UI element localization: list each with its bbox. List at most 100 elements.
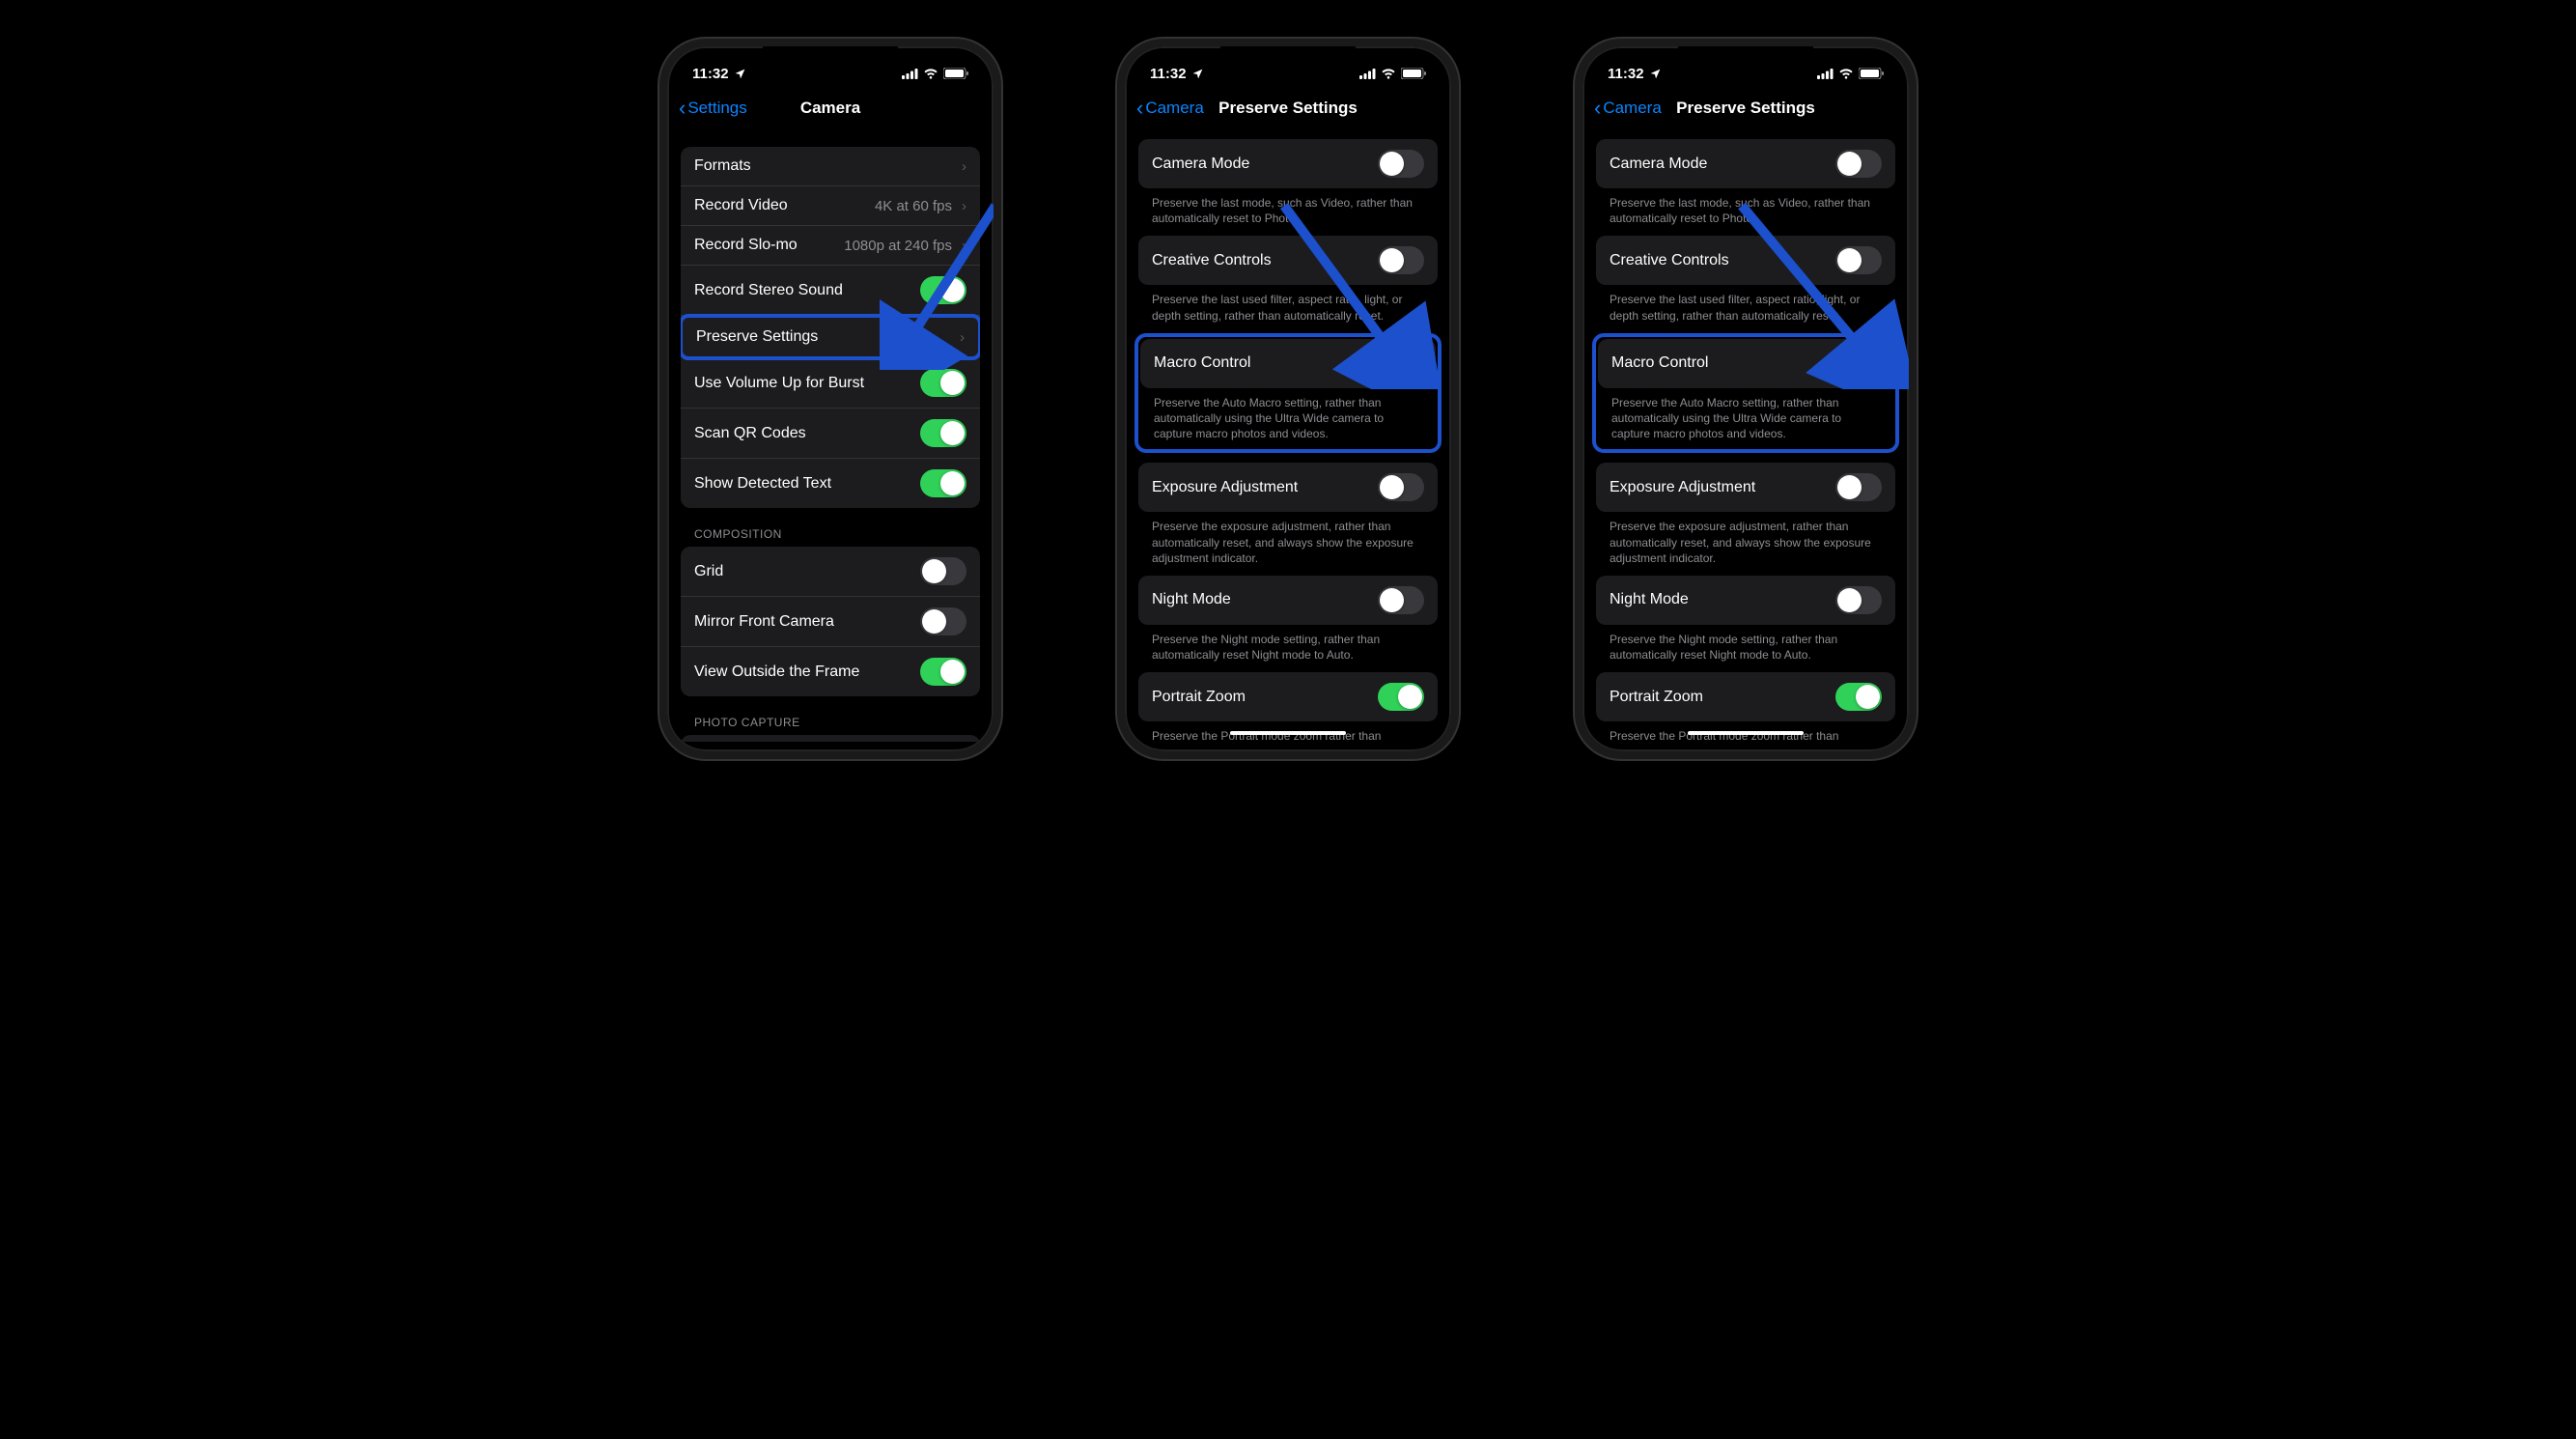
cellular-icon xyxy=(1817,69,1834,79)
row-label: Macro Control xyxy=(1611,354,1708,372)
toggle-exposure[interactable] xyxy=(1378,473,1424,501)
cellular-icon xyxy=(902,69,918,79)
row-value: 4K at 60 fps xyxy=(875,198,952,214)
photo-capture-header: PHOTO CAPTURE xyxy=(681,696,980,735)
toggle-scan-qr[interactable] xyxy=(920,419,966,447)
home-indicator[interactable] xyxy=(1230,731,1346,735)
row-label: Macro Control xyxy=(1154,354,1250,372)
row-label: Scan QR Codes xyxy=(694,425,806,442)
row-right: 4K at 60 fps › xyxy=(875,198,966,214)
toggle-camera-mode[interactable] xyxy=(1835,150,1882,178)
row-label: Record Slo-mo xyxy=(694,237,798,254)
page-title: Preserve Settings xyxy=(1676,99,1815,118)
row-desc: Preserve the Night mode setting, rather … xyxy=(1596,625,1895,663)
phone-mockup-2: 11:32 ‹ Camera Preserve Settings Camera … xyxy=(1117,39,1459,759)
row-record-video[interactable]: Record Video 4K at 60 fps › xyxy=(681,186,980,226)
toggle-night[interactable] xyxy=(1835,586,1882,614)
toggle-volume-burst[interactable] xyxy=(920,369,966,397)
toggle-creative[interactable] xyxy=(1378,246,1424,274)
status-time: 11:32 xyxy=(1608,66,1662,82)
row-label: Night Mode xyxy=(1152,591,1231,608)
row-creative-controls: Creative Controls xyxy=(1596,236,1895,285)
row-value: 1080p at 240 fps xyxy=(844,238,952,254)
chevron-right-icon: › xyxy=(962,158,966,175)
row-desc: Preserve the exposure adjustment, rather… xyxy=(1138,512,1438,566)
section-night: Night Mode Preserve the Night mode setti… xyxy=(1596,576,1895,663)
row-label: Formats xyxy=(694,157,751,175)
chevron-right-icon: › xyxy=(962,238,966,254)
group: Camera Mode xyxy=(1138,139,1438,188)
settings-group-photo-capture: Photographic Styles xyxy=(681,735,980,742)
row-desc: Preserve the last used filter, aspect ra… xyxy=(1596,285,1895,323)
row-label: Camera Mode xyxy=(1152,155,1249,173)
toggle-portrait[interactable] xyxy=(1835,683,1882,711)
row-label: Record Video xyxy=(694,197,788,214)
row-formats[interactable]: Formats › xyxy=(681,147,980,186)
row-desc: Preserve the last used filter, aspect ra… xyxy=(1138,285,1438,323)
settings-group-composition: Grid Mirror Front Camera View Outside th… xyxy=(681,547,980,696)
back-button[interactable]: ‹ Camera xyxy=(1594,98,1662,119)
status-icons xyxy=(1359,68,1426,79)
row-label: Exposure Adjustment xyxy=(1152,479,1298,496)
group: Portrait Zoom xyxy=(1596,672,1895,721)
row-detected-text: Show Detected Text xyxy=(681,459,980,508)
row-preserve-settings[interactable]: Preserve Settings › xyxy=(681,314,980,360)
chevron-left-icon: ‹ xyxy=(1136,98,1143,119)
row-record-slomo[interactable]: Record Slo-mo 1080p at 240 fps › xyxy=(681,226,980,266)
group: Creative Controls xyxy=(1596,236,1895,285)
nav-bar: ‹ Camera Preserve Settings xyxy=(1125,87,1451,129)
row-portrait-zoom: Portrait Zoom xyxy=(1596,672,1895,721)
battery-icon xyxy=(943,68,968,79)
back-button[interactable]: ‹ Settings xyxy=(679,98,747,119)
content: Camera Mode Preserve the last mode, such… xyxy=(1582,139,1909,742)
row-photographic-styles[interactable]: Photographic Styles xyxy=(681,735,980,742)
row-label: Show Detected Text xyxy=(694,475,831,493)
back-label: Camera xyxy=(1603,99,1661,118)
back-label: Camera xyxy=(1145,99,1203,118)
chevron-right-icon: › xyxy=(960,329,965,346)
section-macro-control: Macro Control Preserve the Auto Macro se… xyxy=(1134,333,1442,454)
time-text: 11:32 xyxy=(1608,66,1644,82)
toggle-night[interactable] xyxy=(1378,586,1424,614)
toggle-grid[interactable] xyxy=(920,557,966,585)
status-time: 11:32 xyxy=(1150,66,1204,82)
battery-icon xyxy=(1859,68,1884,79)
toggle-camera-mode[interactable] xyxy=(1378,150,1424,178)
screen: 11:32 ‹ Camera Preserve Settings Camera … xyxy=(1582,46,1909,742)
row-label: Grid xyxy=(694,563,723,580)
back-button[interactable]: ‹ Camera xyxy=(1136,98,1204,119)
chevron-right-icon: › xyxy=(962,198,966,214)
toggle-macro[interactable] xyxy=(1376,350,1422,378)
group: Exposure Adjustment xyxy=(1138,463,1438,512)
toggle-stereo[interactable] xyxy=(920,276,966,304)
phone-mockup-3: 11:32 ‹ Camera Preserve Settings Camera … xyxy=(1575,39,1917,759)
section-exposure: Exposure Adjustment Preserve the exposur… xyxy=(1596,463,1895,566)
toggle-view-outside[interactable] xyxy=(920,658,966,686)
notch xyxy=(763,46,898,73)
row-label: Creative Controls xyxy=(1152,252,1272,269)
page-title: Preserve Settings xyxy=(1218,99,1358,118)
toggle-macro[interactable] xyxy=(1834,350,1880,378)
row-macro-control: Macro Control xyxy=(1598,339,1893,388)
time-text: 11:32 xyxy=(1150,66,1187,82)
toggle-exposure[interactable] xyxy=(1835,473,1882,501)
row-stereo-sound: Record Stereo Sound xyxy=(681,266,980,316)
row-label: Use Volume Up for Burst xyxy=(694,375,864,392)
toggle-mirror[interactable] xyxy=(920,607,966,635)
phone-mockup-1: 11:32 ‹ Settings Camera Formats › xyxy=(659,39,1001,759)
group: Camera Mode xyxy=(1596,139,1895,188)
row-right: 1080p at 240 fps › xyxy=(844,238,966,254)
toggle-portrait[interactable] xyxy=(1378,683,1424,711)
row-volume-burst: Use Volume Up for Burst xyxy=(681,358,980,409)
row-camera-mode: Camera Mode xyxy=(1138,139,1438,188)
chevron-left-icon: ‹ xyxy=(1594,98,1601,119)
toggle-creative[interactable] xyxy=(1835,246,1882,274)
row-night-mode: Night Mode xyxy=(1596,576,1895,625)
toggle-detected-text[interactable] xyxy=(920,469,966,497)
notch xyxy=(1220,46,1356,73)
nav-bar: ‹ Settings Camera xyxy=(667,87,994,129)
row-desc: Preserve the last mode, such as Video, r… xyxy=(1138,188,1438,226)
row-label: Night Mode xyxy=(1610,591,1689,608)
time-text: 11:32 xyxy=(692,66,729,82)
home-indicator[interactable] xyxy=(1688,731,1804,735)
